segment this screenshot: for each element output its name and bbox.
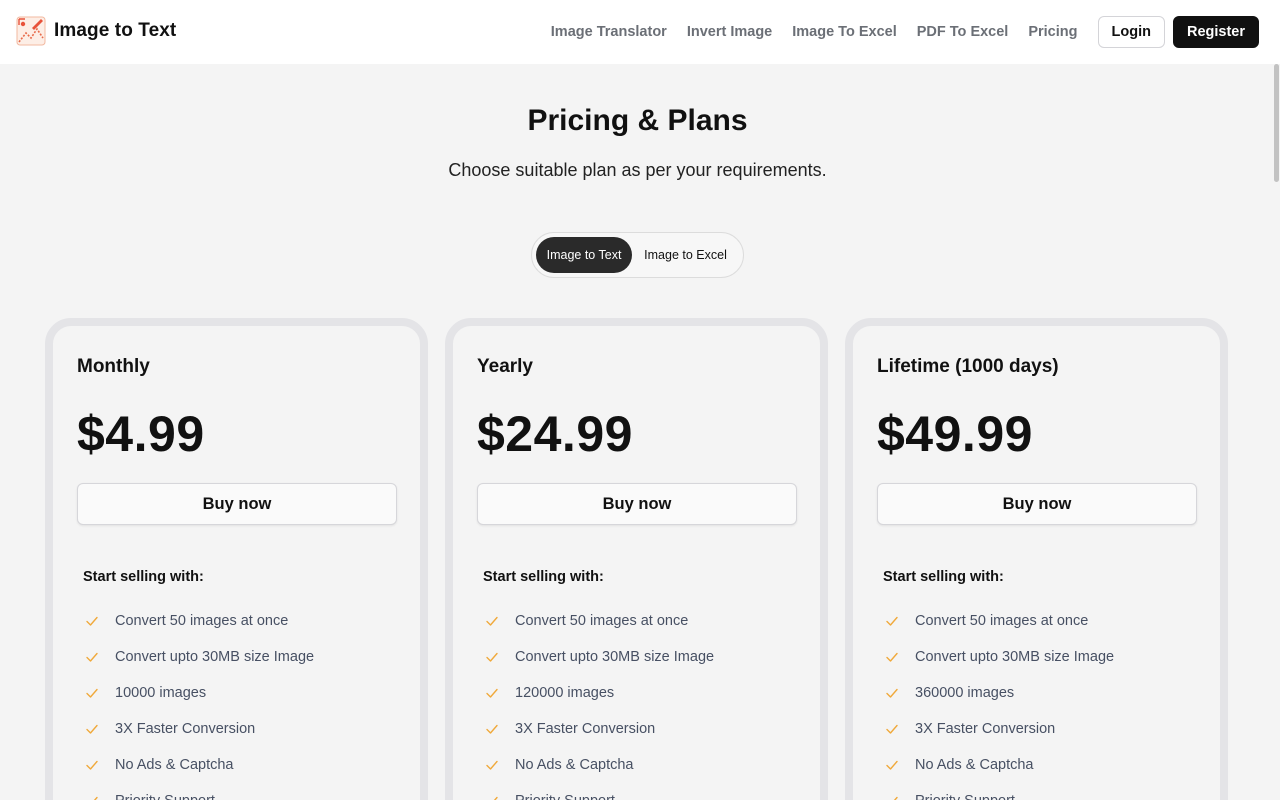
brand[interactable]: Image to Text: [16, 16, 176, 46]
feature-label: Convert 50 images at once: [515, 613, 689, 629]
feature-label: 120000 images: [515, 685, 615, 701]
feature-label: No Ads & Captcha: [515, 757, 634, 773]
pricing-card-1: Yearly $24.99 Buy now Start selling with…: [445, 318, 828, 800]
buy-now-button[interactable]: Buy now: [877, 483, 1197, 525]
check-icon: [893, 796, 898, 800]
plan-price: $49.99: [877, 406, 1033, 462]
check-icon: [886, 616, 898, 626]
check-icon: [886, 760, 898, 770]
plan-name: Monthly: [77, 356, 150, 377]
features-heading: Start selling with:: [83, 569, 204, 585]
features-list: Convert 50 images at once Convert upto 30…: [83, 603, 397, 800]
feature-label: Priority Support: [515, 793, 615, 800]
feature-item: 3X Faster Conversion: [483, 711, 797, 747]
feature-label: Convert 50 images at once: [115, 613, 289, 629]
plan-type-toggle: Image to Text Image to Excel: [531, 232, 744, 278]
nav-link-pdf-to-excel[interactable]: PDF To Excel: [917, 24, 1009, 40]
feature-item: 10000 images: [83, 675, 397, 711]
feature-label: Convert upto 30MB size Image: [115, 649, 315, 665]
feature-label: Convert 50 images at once: [915, 613, 1089, 629]
buy-now-button[interactable]: Buy now: [77, 483, 397, 525]
feature-label: No Ads & Captcha: [115, 757, 234, 773]
main-nav: Image Translator Invert Image Image To E…: [551, 16, 1259, 48]
check-icon: [86, 616, 98, 626]
feature-label: Convert upto 30MB size Image: [915, 649, 1115, 665]
feature-item: Convert 50 images at once: [83, 603, 397, 639]
plan-price: $4.99: [77, 406, 205, 462]
check-icon: [486, 760, 498, 770]
check-icon: [86, 724, 98, 734]
feature-label: 3X Faster Conversion: [515, 721, 656, 737]
plan-name: Lifetime (1000 days): [877, 356, 1059, 377]
check-icon: [486, 616, 498, 626]
logo-icon: [16, 16, 46, 46]
feature-item: Priority Support: [883, 783, 1197, 800]
feature-label: Convert upto 30MB size Image: [515, 649, 715, 665]
toggle-image-to-excel[interactable]: Image to Excel: [632, 237, 739, 273]
check-icon: [86, 760, 98, 770]
features-list: Convert 50 images at once Convert upto 30…: [883, 603, 1197, 800]
feature-item: No Ads & Captcha: [883, 747, 1197, 783]
feature-item: Convert 50 images at once: [483, 603, 797, 639]
feature-label: 3X Faster Conversion: [915, 721, 1056, 737]
feature-item: No Ads & Captcha: [83, 747, 397, 783]
feature-item: Priority Support: [83, 783, 397, 800]
brand-name: Image to Text: [54, 20, 177, 41]
buy-now-button[interactable]: Buy now: [477, 483, 797, 525]
page-subtitle: Choose suitable plan as per your require…: [448, 160, 827, 180]
check-icon: [486, 652, 498, 662]
nav-link-image-translator[interactable]: Image Translator: [551, 24, 667, 40]
page-title: Pricing & Plans: [527, 104, 748, 137]
check-icon: [886, 688, 898, 698]
pricing-card-2: Lifetime (1000 days) $49.99 Buy now Star…: [845, 318, 1228, 800]
nav-link-pricing[interactable]: Pricing: [1028, 24, 1077, 40]
login-button[interactable]: Login: [1097, 16, 1165, 48]
nav-link-image-to-excel[interactable]: Image To Excel: [792, 24, 897, 40]
feature-item: 120000 images: [483, 675, 797, 711]
feature-item: Priority Support: [483, 783, 797, 800]
register-button[interactable]: Register: [1172, 16, 1259, 48]
feature-label: No Ads & Captcha: [915, 757, 1034, 773]
nav-link-invert-image[interactable]: Invert Image: [687, 24, 772, 40]
feature-item: 3X Faster Conversion: [883, 711, 1197, 747]
toggle-image-to-text[interactable]: Image to Text: [536, 237, 633, 273]
check-icon: [86, 688, 98, 698]
check-icon: [93, 796, 98, 800]
feature-item: No Ads & Captcha: [483, 747, 797, 783]
check-icon: [86, 652, 98, 662]
check-icon: [486, 688, 498, 698]
feature-item: 360000 images: [883, 675, 1197, 711]
pricing-card-0: Monthly $4.99 Buy now Start selling with…: [45, 318, 428, 800]
feature-item: Convert upto 30MB size Image: [83, 639, 397, 675]
feature-item: Convert 50 images at once: [883, 603, 1197, 639]
plan-price: $24.99: [477, 406, 633, 462]
feature-label: 360000 images: [915, 685, 1015, 701]
check-icon: [486, 724, 498, 734]
check-icon: [493, 796, 498, 800]
feature-label: 3X Faster Conversion: [115, 721, 256, 737]
check-icon: [886, 724, 898, 734]
features-heading: Start selling with:: [483, 569, 604, 585]
features-heading: Start selling with:: [883, 569, 1004, 585]
feature-label: 10000 images: [115, 685, 207, 701]
top-navbar: Image to Text Image Translator Invert Im…: [0, 0, 1280, 64]
feature-item: Convert upto 30MB size Image: [883, 639, 1197, 675]
feature-item: Convert upto 30MB size Image: [483, 639, 797, 675]
feature-label: Priority Support: [115, 793, 215, 800]
features-list: Convert 50 images at once Convert upto 30…: [483, 603, 797, 800]
plan-name: Yearly: [477, 356, 533, 377]
check-icon: [886, 652, 898, 662]
feature-label: Priority Support: [915, 793, 1015, 800]
feature-item: 3X Faster Conversion: [83, 711, 397, 747]
